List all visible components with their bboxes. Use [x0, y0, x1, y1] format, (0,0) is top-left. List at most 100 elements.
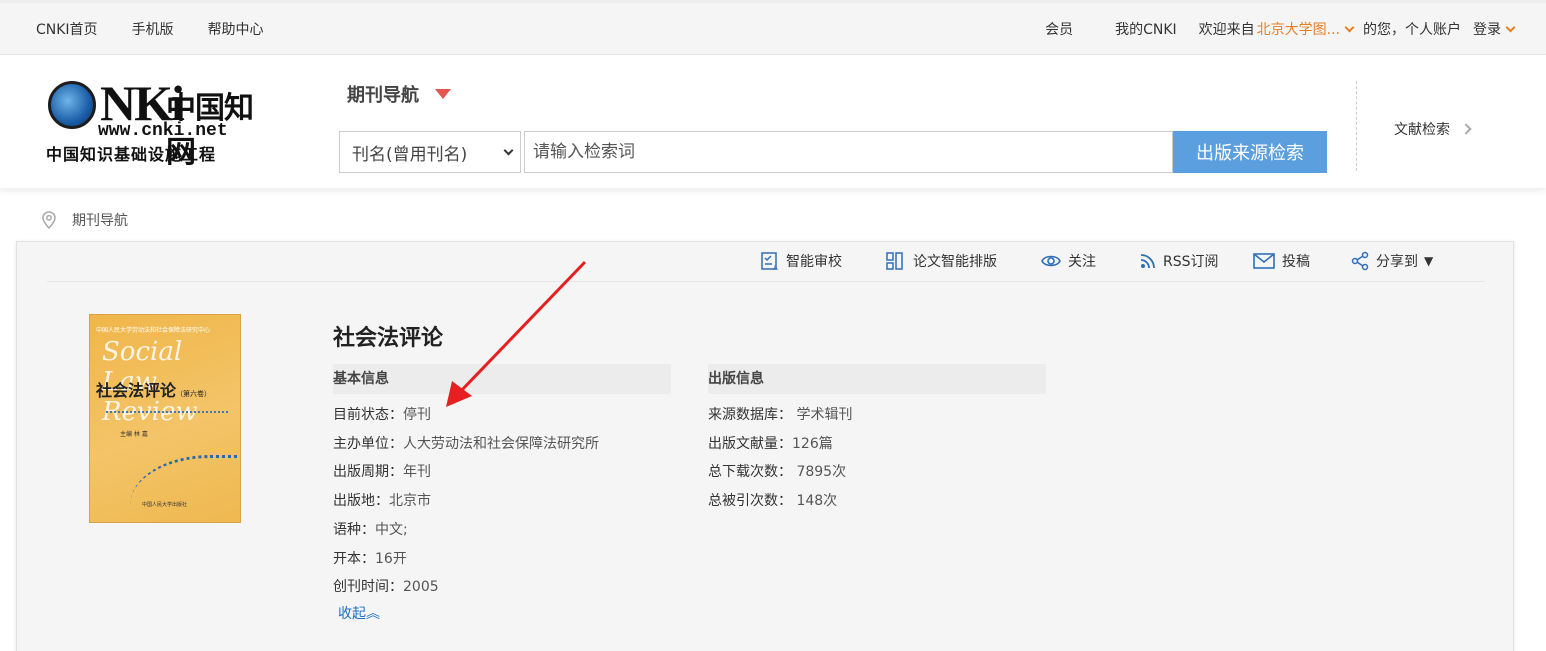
- journal-detail-card: A 智能审校 论文智能排版 关注 RSS订阅 投稿 分享到 ▼ 中国人民大学劳动…: [16, 241, 1514, 651]
- info-key: 出版文献量：: [708, 436, 792, 452]
- smart-layout-button[interactable]: 论文智能排版: [885, 251, 997, 271]
- share-label: 分享到: [1376, 254, 1418, 270]
- follow-label: 关注: [1068, 254, 1096, 270]
- info-place: 出版地：北京市: [333, 490, 431, 510]
- toolbar: A 智能审校 论文智能排版 关注 RSS订阅 投稿 分享到 ▼: [47, 242, 1485, 282]
- info-source-db: 来源数据库： 学术辑刊: [708, 404, 852, 424]
- collapse-link[interactable]: 收起︽: [338, 603, 380, 623]
- rss-label: RSS订阅: [1163, 254, 1219, 270]
- cnki-home-link[interactable]: CNKI首页: [36, 19, 98, 39]
- my-cnki-link[interactable]: 我的CNKI: [1115, 19, 1177, 39]
- info-value: 16开: [375, 551, 407, 567]
- info-key: 总被引次数：: [708, 493, 792, 509]
- info-value: 7895次: [792, 464, 847, 480]
- info-citations: 总被引次数： 148次: [708, 490, 837, 510]
- rss-button[interactable]: RSS订阅: [1139, 251, 1219, 271]
- info-value: 年刊: [403, 464, 431, 480]
- publication-source-search-button[interactable]: 出版来源检索: [1173, 131, 1327, 173]
- layout-icon: [886, 252, 903, 270]
- info-value: 中文;: [375, 522, 408, 538]
- rss-icon: [1140, 254, 1155, 269]
- search-field-select[interactable]: 刊名(曾用刊名): [339, 131, 521, 173]
- literature-search-link[interactable]: 文献检索: [1394, 119, 1472, 139]
- journal-nav-dropdown[interactable]: 期刊导航: [347, 81, 451, 107]
- chevron-right-icon: [1460, 123, 1472, 135]
- mobile-link[interactable]: 手机版: [132, 19, 174, 39]
- logo-url: www.cnki.net: [98, 121, 228, 141]
- header: NKi 中国知网 www.cnki.net 中国知识基础设施工程 期刊导航 刊名…: [0, 55, 1546, 188]
- info-key: 出版地：: [333, 493, 389, 509]
- info-value: 学术辑刊: [792, 407, 853, 423]
- cover-dotted-line: [106, 411, 228, 413]
- institution-link[interactable]: 北京大学图...: [1257, 19, 1340, 39]
- submit-manuscript-button[interactable]: 投稿: [1252, 251, 1310, 271]
- top-nav-right: 会员 我的CNKI 欢迎来自 北京大学图... 的您，个人账户 登录: [1045, 3, 1516, 55]
- cover-series-text: 中国人民大学劳动法和社会保障法研究中心: [96, 327, 211, 334]
- member-link[interactable]: 会员: [1045, 19, 1073, 39]
- info-value: 148次: [792, 493, 838, 509]
- share-button[interactable]: 分享到 ▼: [1350, 251, 1433, 271]
- info-key: 来源数据库：: [708, 407, 792, 423]
- login-link[interactable]: 登录: [1473, 19, 1501, 39]
- info-value: 停刊: [403, 407, 431, 423]
- cover-author: 主编 林 嘉: [120, 431, 148, 438]
- logo-subtitle: 中国知识基础设施工程: [46, 145, 217, 164]
- info-founded: 创刊时间：2005: [333, 576, 439, 596]
- info-language: 语种：中文;: [333, 519, 408, 539]
- info-value: 2005: [403, 579, 439, 595]
- submit-manuscript-label: 投稿: [1282, 254, 1310, 270]
- top-nav-left: CNKI首页 手机版 帮助中心: [36, 3, 264, 55]
- proofread-label: 智能审校: [786, 254, 842, 270]
- info-key: 开本：: [333, 551, 375, 567]
- login-chevron-icon[interactable]: [1505, 22, 1516, 32]
- cover-title: 社会法评论（第六卷）: [96, 377, 211, 401]
- cover-title-text: 社会法评论: [96, 381, 177, 400]
- info-key: 创刊时间：: [333, 579, 403, 595]
- svg-text:A: A: [773, 264, 778, 271]
- mail-icon: [1253, 253, 1275, 269]
- cover-publisher: 中国人民大学出版社: [142, 502, 188, 508]
- proofread-icon: A: [761, 252, 778, 271]
- info-sponsor: 主办单位：人大劳动法和社会保障法研究所: [333, 433, 599, 453]
- share-dropdown-icon: ▼: [1424, 254, 1434, 268]
- top-bar: CNKI首页 手机版 帮助中心 会员 我的CNKI 欢迎来自 北京大学图... …: [0, 0, 1546, 55]
- location-pin-icon: [42, 211, 56, 229]
- search-bar: 刊名(曾用刊名) 出版来源检索: [339, 131, 1327, 173]
- info-key: 语种：: [333, 522, 375, 538]
- info-downloads: 总下载次数： 7895次: [708, 461, 846, 481]
- info-value: 人大劳动法和社会保障法研究所: [403, 436, 599, 452]
- smart-layout-label: 论文智能排版: [913, 254, 997, 270]
- account-suffix-text: 的您，个人账户: [1363, 22, 1461, 38]
- journal-title: 社会法评论: [333, 326, 444, 351]
- globe-icon: [48, 81, 96, 129]
- breadcrumb: 期刊导航: [42, 210, 128, 230]
- share-icon: [1351, 251, 1369, 271]
- info-key: 总下载次数：: [708, 464, 792, 480]
- info-article-count: 出版文献量：126篇: [708, 433, 833, 453]
- journal-nav-label: 期刊导航: [347, 85, 419, 106]
- institution-chevron-icon[interactable]: [1344, 22, 1355, 32]
- breadcrumb-journal-nav[interactable]: 期刊导航: [72, 210, 128, 230]
- proofread-button[interactable]: A 智能审校: [760, 251, 842, 271]
- eye-icon: [1041, 255, 1061, 267]
- info-frequency: 出版周期：年刊: [333, 461, 431, 481]
- follow-button[interactable]: 关注: [1040, 251, 1096, 271]
- info-status: 目前状态：停刊: [333, 404, 431, 424]
- cover-volume: （第六卷）: [176, 390, 212, 398]
- publish-info-header: 出版信息: [708, 364, 1046, 394]
- search-input[interactable]: [524, 131, 1173, 173]
- search-field-selected: 刊名(曾用刊名): [352, 144, 468, 165]
- cnki-logo[interactable]: NKi 中国知网 www.cnki.net 中国知识基础设施工程: [44, 77, 274, 170]
- info-value: 北京市: [389, 493, 431, 509]
- info-key: 目前状态：: [333, 407, 403, 423]
- info-value: 126篇: [792, 436, 833, 452]
- info-key: 主办单位：: [333, 436, 403, 452]
- journal-cover-image: 中国人民大学劳动法和社会保障法研究中心 Social Law Review 社会…: [89, 314, 241, 523]
- info-format: 开本：16开: [333, 548, 407, 568]
- welcome-text: 欢迎来自: [1198, 22, 1255, 38]
- info-key: 出版周期：: [333, 464, 403, 480]
- chevron-down-icon: [503, 145, 514, 156]
- help-center-link[interactable]: 帮助中心: [208, 19, 264, 39]
- basic-info-header: 基本信息: [333, 364, 671, 394]
- cover-dotted-arc: [130, 455, 240, 522]
